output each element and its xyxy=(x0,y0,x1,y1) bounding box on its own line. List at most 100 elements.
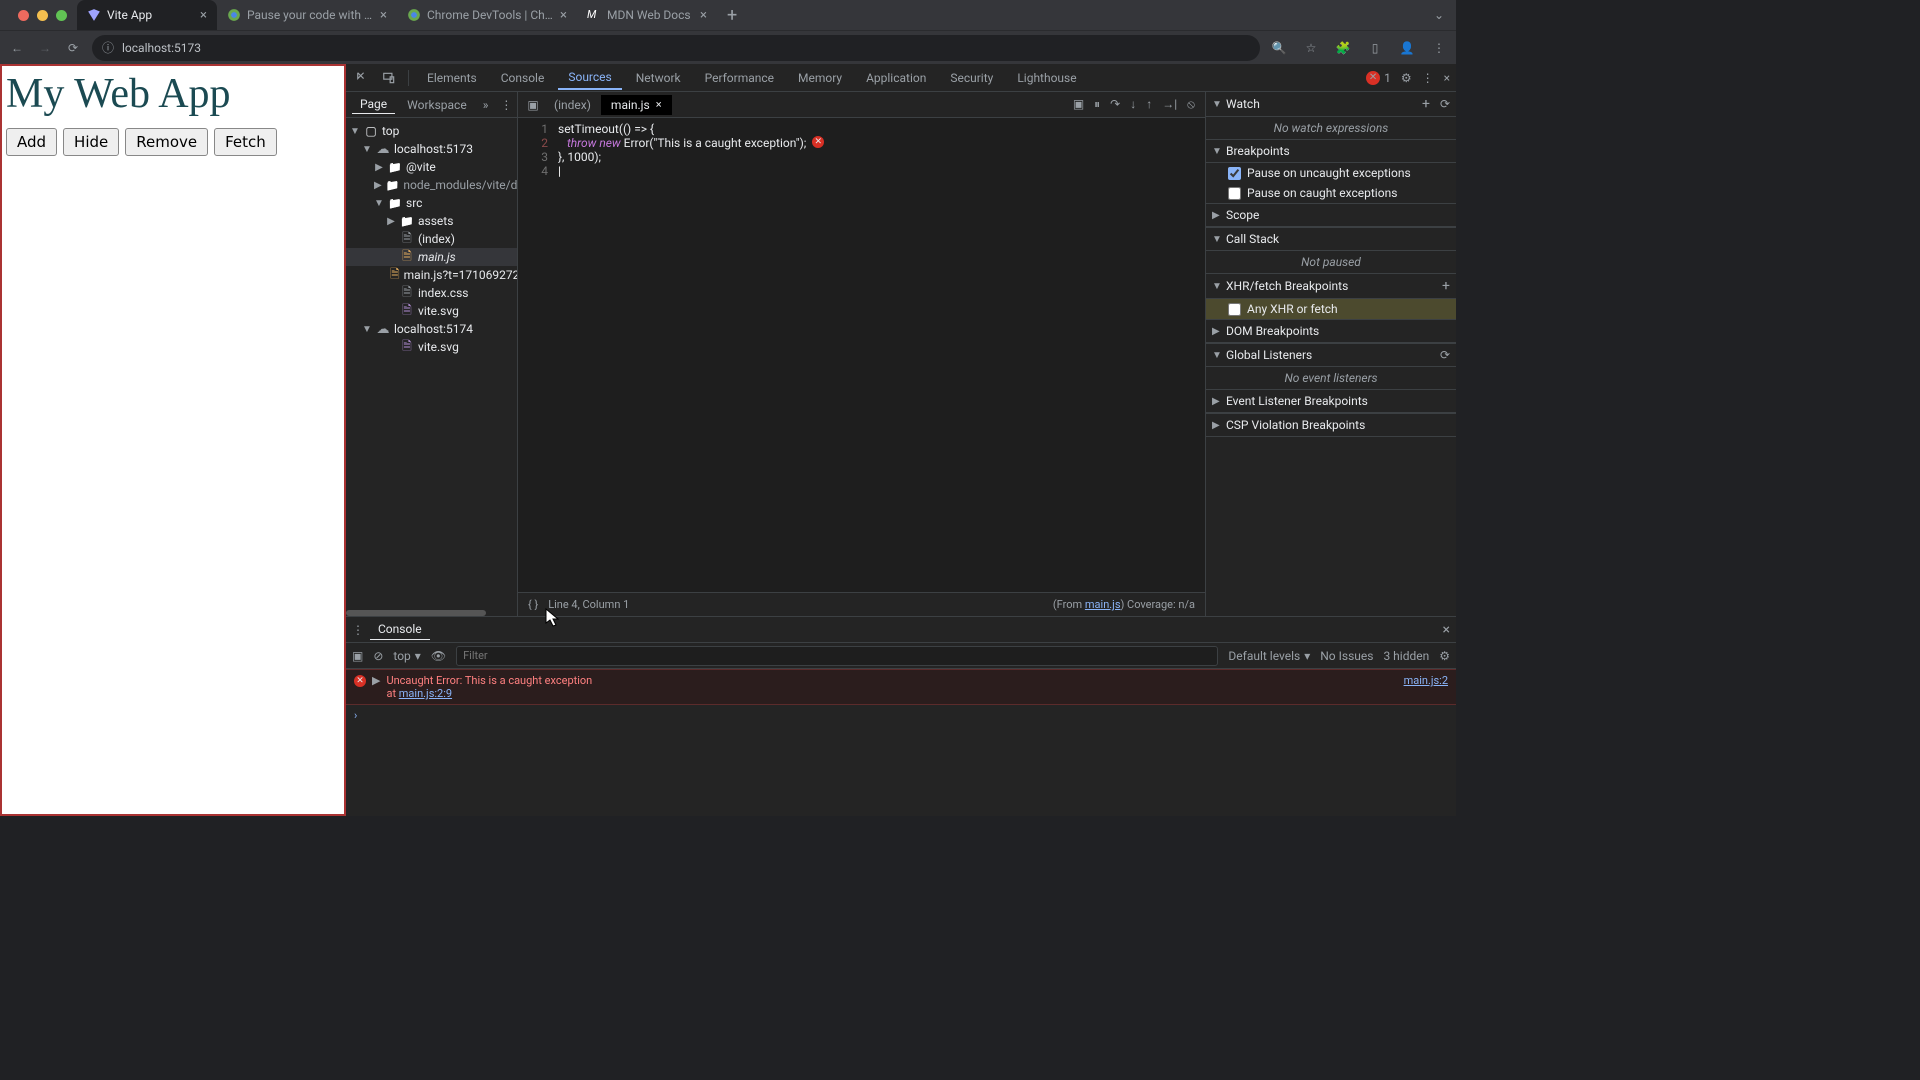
deactivate-breakpoints-icon[interactable]: ⦸ xyxy=(1187,97,1195,112)
tree-host1[interactable]: ▼localhost:5173 xyxy=(346,140,517,158)
panel-network[interactable]: Network xyxy=(626,67,691,89)
profile-icon[interactable]: 👤 xyxy=(1398,39,1416,57)
log-levels-select[interactable]: Default levels▾ xyxy=(1228,649,1310,663)
step-into-icon[interactable]: ↓ xyxy=(1130,97,1136,112)
close-tab-icon[interactable]: × xyxy=(560,8,567,23)
console-sidebar-icon[interactable]: ▣ xyxy=(352,649,363,663)
pause-uncaught-checkbox[interactable]: Pause on uncaught exceptions xyxy=(1206,163,1456,183)
tree-indexcss[interactable]: 🗎index.css xyxy=(346,284,517,302)
step-icon[interactable]: →| xyxy=(1162,97,1177,112)
tree-mainjs[interactable]: 🗎main.js xyxy=(346,248,517,266)
error-source-link[interactable]: main.js:2 xyxy=(1404,674,1448,687)
refresh-watch-icon[interactable]: ⟳ xyxy=(1440,97,1450,111)
site-info-icon[interactable]: ⓘ xyxy=(102,39,114,56)
back-icon[interactable]: ← xyxy=(8,39,26,57)
maximize-window-icon[interactable] xyxy=(56,10,67,21)
console-context-select[interactable]: top▾ xyxy=(393,649,420,663)
tree-mainjs-q[interactable]: 🗎main.js?t=1710692729 xyxy=(346,266,517,284)
close-window-icon[interactable] xyxy=(18,10,29,21)
nav-tab-page[interactable]: Page xyxy=(352,95,395,114)
section-xhr-breakpoints[interactable]: ▼XHR/fetch Breakpoints+ xyxy=(1206,273,1456,299)
tree-index[interactable]: 🗎(index) xyxy=(346,230,517,248)
pause-resume-icon[interactable]: ⏸ xyxy=(1094,97,1100,112)
close-tab-icon[interactable]: × xyxy=(380,8,387,23)
toggle-navigator-icon[interactable]: ▣ xyxy=(522,98,544,112)
section-breakpoints[interactable]: ▼Breakpoints xyxy=(1206,139,1456,163)
tree-vite[interactable]: ▶@vite xyxy=(346,158,517,176)
tab-chrome-devtools[interactable]: Chrome DevTools | Chrome × xyxy=(397,0,577,30)
tab-mdn[interactable]: M MDN Web Docs × xyxy=(577,0,717,30)
device-toggle-icon[interactable] xyxy=(378,67,400,89)
console-settings-icon[interactable]: ⚙ xyxy=(1439,649,1450,663)
panel-sources[interactable]: Sources xyxy=(558,66,621,90)
error-count[interactable]: ✕1 xyxy=(1366,71,1391,85)
section-scope[interactable]: ▶Scope xyxy=(1206,203,1456,227)
add-button[interactable]: Add xyxy=(6,128,57,156)
live-expression-icon[interactable]: 👁 xyxy=(431,649,446,663)
step-out-icon[interactable]: ↑ xyxy=(1146,97,1152,112)
address-bar[interactable]: ⓘ localhost:5173 xyxy=(92,35,1260,61)
panel-elements[interactable]: Elements xyxy=(417,67,487,89)
reload-icon[interactable]: ⟳ xyxy=(64,39,82,57)
panel-console[interactable]: Console xyxy=(491,67,555,89)
console-error-row[interactable]: ✕ ▶ Uncaught Error: This is a caught exc… xyxy=(346,669,1456,705)
stack-link[interactable]: main.js:2:9 xyxy=(399,687,452,700)
add-xhr-bp-icon[interactable]: + xyxy=(1442,278,1450,294)
bookmark-icon[interactable]: ☆ xyxy=(1302,39,1320,57)
tree-top[interactable]: ▼▢top xyxy=(346,122,517,140)
file-tree[interactable]: ▼▢top ▼localhost:5173 ▶@vite ▶node_modul… xyxy=(346,118,517,616)
add-watch-icon[interactable]: + xyxy=(1422,96,1430,112)
nav-kebab-icon[interactable]: ⋮ xyxy=(496,98,516,112)
section-dom-breakpoints[interactable]: ▶DOM Breakpoints xyxy=(1206,319,1456,343)
section-event-listener-bp[interactable]: ▶Event Listener Breakpoints xyxy=(1206,389,1456,413)
settings-icon[interactable]: ⚙ xyxy=(1401,71,1412,85)
panel-performance[interactable]: Performance xyxy=(695,67,784,89)
section-watch[interactable]: ▼Watch+⟳ xyxy=(1206,92,1456,117)
editor-tab-index[interactable]: (index) xyxy=(544,95,601,115)
console-body[interactable]: ✕ ▶ Uncaught Error: This is a caught exc… xyxy=(346,669,1456,816)
drawer-close-icon[interactable]: × xyxy=(1443,622,1450,638)
expand-error-icon[interactable]: ▶ xyxy=(372,674,380,687)
extensions-icon[interactable]: 🧩 xyxy=(1334,39,1352,57)
panel-application[interactable]: Application xyxy=(856,67,936,89)
section-callstack[interactable]: ▼Call Stack xyxy=(1206,227,1456,251)
xhr-any-checkbox[interactable]: Any XHR or fetch xyxy=(1206,299,1456,319)
panel-memory[interactable]: Memory xyxy=(788,67,852,89)
panel-lighthouse[interactable]: Lighthouse xyxy=(1007,67,1086,89)
tab-pause-code[interactable]: Pause your code with breakp × xyxy=(217,0,397,30)
zoom-icon[interactable]: 🔍 xyxy=(1270,39,1288,57)
minimize-window-icon[interactable] xyxy=(37,10,48,21)
navigator-scrollbar[interactable] xyxy=(346,610,486,616)
section-global-listeners[interactable]: ▼Global Listeners⟳ xyxy=(1206,343,1456,367)
code-area[interactable]: 1setTimeout(() => { 2 throw new Error("T… xyxy=(518,118,1205,592)
drawer-kebab-icon[interactable]: ⋮ xyxy=(352,623,364,637)
nav-overflow-icon[interactable]: » xyxy=(479,98,493,112)
pause-caught-checkbox[interactable]: Pause on caught exceptions xyxy=(1206,183,1456,203)
tree-host2[interactable]: ▼localhost:5174 xyxy=(346,320,517,338)
fetch-button[interactable]: Fetch xyxy=(214,128,277,156)
console-filter-input[interactable] xyxy=(456,646,1218,666)
panel-security[interactable]: Security xyxy=(940,67,1003,89)
section-csp-bp[interactable]: ▶CSP Violation Breakpoints xyxy=(1206,413,1456,437)
remove-button[interactable]: Remove xyxy=(125,128,208,156)
hide-button[interactable]: Hide xyxy=(63,128,119,156)
close-tab-icon[interactable]: × xyxy=(200,8,207,23)
console-prompt[interactable]: › xyxy=(346,705,1456,726)
more-icon[interactable]: ⋮ xyxy=(1430,39,1448,57)
source-origin-link[interactable]: main.js xyxy=(1085,598,1121,611)
close-tab-icon[interactable]: × xyxy=(656,98,662,111)
editor-tab-mainjs[interactable]: main.js× xyxy=(601,95,672,115)
nav-tab-workspace[interactable]: Workspace xyxy=(399,96,475,114)
hidden-count[interactable]: 3 hidden xyxy=(1383,649,1429,663)
clear-console-icon[interactable]: ⊘ xyxy=(373,649,383,663)
tree-src[interactable]: ▼src xyxy=(346,194,517,212)
step-over-icon[interactable]: ↷ xyxy=(1110,97,1120,112)
refresh-listeners-icon[interactable]: ⟳ xyxy=(1440,348,1450,362)
inspect-icon[interactable] xyxy=(352,67,374,89)
drawer-tab-console[interactable]: Console xyxy=(370,619,430,640)
tree-assets[interactable]: ▶assets xyxy=(346,212,517,230)
close-tab-icon[interactable]: × xyxy=(700,8,707,23)
close-devtools-icon[interactable]: × xyxy=(1444,71,1450,85)
window-controls[interactable] xyxy=(8,10,77,21)
toggle-debugger-sidebar-icon[interactable]: ▣ xyxy=(1073,97,1084,112)
